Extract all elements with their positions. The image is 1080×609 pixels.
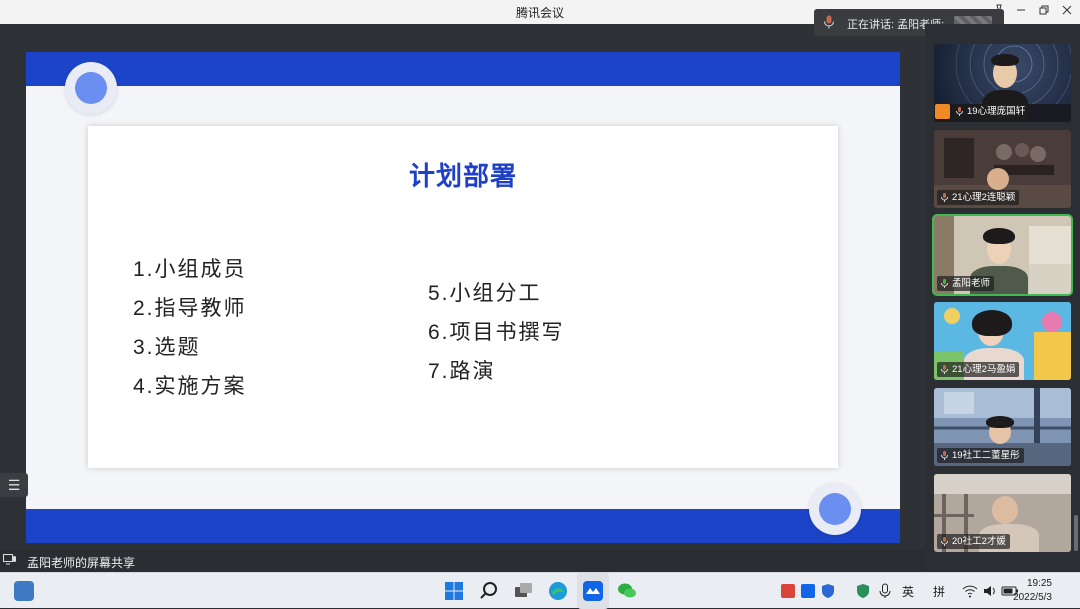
clock-time: 19:25	[1026, 578, 1052, 589]
agenda-item: 5.小组分工	[428, 282, 542, 305]
volume-icon[interactable]	[982, 583, 998, 599]
start-icon[interactable]	[443, 580, 465, 602]
tray-meeting-icon[interactable]	[800, 583, 816, 599]
participant-tile[interactable]: 19心理庞国轩	[934, 44, 1071, 122]
system-clock[interactable]: 19:25 2022/5/3	[1013, 577, 1052, 605]
microphone-active-icon	[941, 279, 948, 288]
panel-scrollbar[interactable]	[1074, 515, 1078, 551]
participant-face	[987, 168, 1009, 190]
participant-tile[interactable]: 21心理2马盈娟	[934, 302, 1071, 380]
share-status-bar: 孟阳老师的屏幕共享	[0, 549, 925, 572]
participant-hair	[972, 310, 1012, 336]
tray-app-icon[interactable]	[780, 583, 796, 599]
agenda-item: 7.路演	[428, 360, 496, 383]
agenda-item: 2.指导教师	[133, 297, 247, 320]
list-menu-icon[interactable]: ☰	[0, 473, 28, 497]
clock-date: 2022/5/3	[1013, 592, 1052, 603]
microphone-icon	[824, 15, 834, 29]
agenda-item: 6.项目书撰写	[428, 321, 565, 344]
microphone-icon	[941, 193, 948, 202]
restore-icon[interactable]	[1035, 3, 1053, 21]
microphone-tray-icon[interactable]	[877, 583, 893, 599]
share-label: 孟阳老师的屏幕共享	[27, 556, 136, 570]
microphone-icon	[941, 537, 948, 546]
slide-heading: 计划部署	[408, 161, 517, 191]
screen-share-area: 计划部署 1.小组成员 2.指导教师 3.选题 4.实施方案 5.小组分工 6.…	[0, 24, 925, 567]
close-icon[interactable]	[1058, 3, 1076, 21]
participant-name: 19心理庞国轩	[952, 104, 1030, 119]
agenda-list-right: 5.小组分工 6.项目书撰写 7.路演	[428, 274, 565, 391]
widgets-icon[interactable]	[14, 581, 34, 601]
agenda-list-left: 1.小组成员 2.指导教师 3.选题 4.实施方案	[133, 250, 247, 406]
edge-icon[interactable]	[547, 580, 569, 602]
participant-name: 21心理2连聪颖	[937, 190, 1020, 205]
wechat-icon[interactable]	[616, 580, 638, 602]
participant-tile-active[interactable]: 孟阳老师	[932, 214, 1073, 296]
agenda-item: 4.实施方案	[133, 375, 247, 398]
presentation-slide: 计划部署 1.小组成员 2.指导教师 3.选题 4.实施方案 5.小组分工 6.…	[26, 52, 900, 567]
participant-hair	[983, 228, 1015, 244]
participant-name: 孟阳老师	[937, 276, 995, 291]
participant-tile[interactable]: 20社工2才媛	[934, 474, 1071, 552]
participant-tile[interactable]: 21心理2连聪颖	[934, 130, 1071, 208]
participant-name: 21心理2马盈娟	[937, 362, 1020, 377]
participant-panel: 19心理庞国轩 21心理2连聪颖 孟阳老师 21心理2马盈娟 19社工二董星彤 …	[925, 24, 1080, 572]
slide-bottom-band	[26, 509, 900, 543]
ime-mode[interactable]: 拼	[933, 583, 945, 600]
search-icon[interactable]	[478, 580, 500, 602]
agenda-item: 3.选题	[133, 336, 201, 359]
participant-face	[992, 496, 1018, 524]
participant-hair	[986, 416, 1014, 428]
task-view-icon[interactable]	[512, 580, 534, 602]
screen-share-icon	[3, 554, 16, 565]
participant-name: 20社工2才媛	[937, 534, 1010, 549]
participant-name: 19社工二董星彤	[937, 448, 1024, 463]
microphone-icon	[956, 107, 963, 116]
ime-language[interactable]: 英	[902, 583, 914, 600]
tencent-meeting-icon[interactable]	[582, 580, 604, 602]
decorative-circle-top	[65, 62, 117, 114]
slide-content-card: 计划部署 1.小组成员 2.指导教师 3.选题 4.实施方案 5.小组分工 6.…	[88, 126, 838, 468]
participant-hair	[991, 54, 1019, 66]
participant-tile[interactable]: 19社工二董星彤	[934, 388, 1071, 466]
windows-taskbar: 英 拼 19:25 2022/5/3	[0, 572, 1080, 609]
tray-shield-icon[interactable]	[820, 583, 836, 599]
wifi-icon[interactable]	[962, 583, 978, 599]
tray-defender-icon[interactable]	[855, 583, 871, 599]
decorative-circle-bottom	[809, 483, 861, 535]
slide-top-band	[26, 52, 900, 86]
minimize-icon[interactable]	[1012, 3, 1030, 21]
agenda-item: 1.小组成员	[133, 258, 247, 281]
microphone-icon	[941, 451, 948, 460]
host-icon	[935, 104, 950, 119]
microphone-icon	[941, 365, 948, 374]
